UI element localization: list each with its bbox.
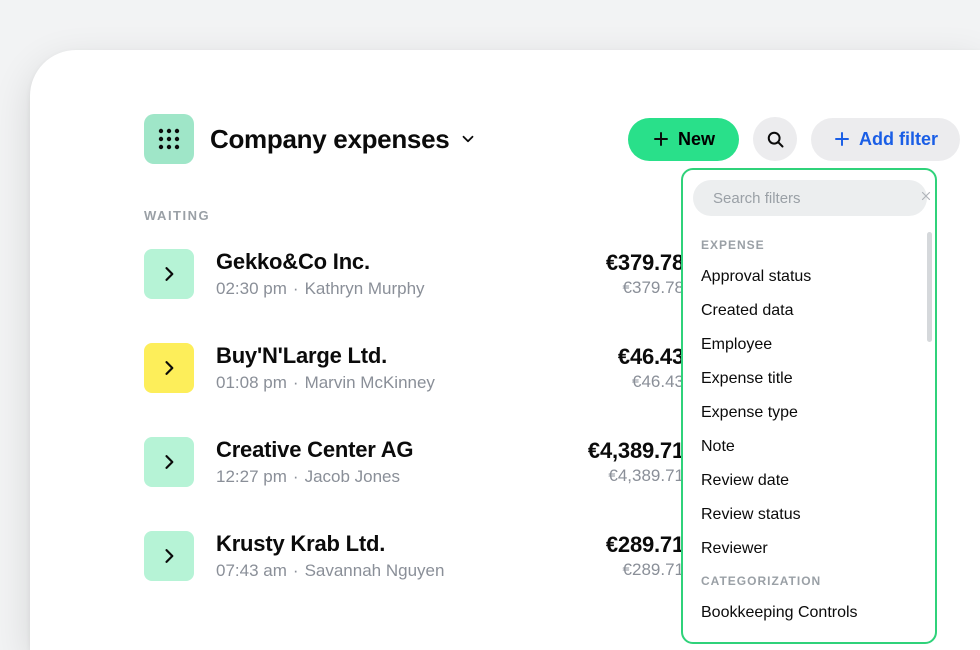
row-person: Jacob Jones (305, 467, 400, 486)
row-main: Buy'N'Large Ltd. 01:08 pm·Marvin McKinne… (216, 343, 596, 393)
row-amount-secondary: €46.43 (618, 372, 684, 392)
app-launcher-chip[interactable] (144, 114, 194, 164)
row-amount-primary: €289.71 (606, 532, 684, 558)
close-icon (920, 190, 932, 202)
row-time: 12:27 pm (216, 467, 287, 486)
row-title: Gekko&Co Inc. (216, 249, 584, 275)
row-amount-primary: €4,389.71 (588, 438, 684, 464)
filter-option[interactable]: Note (701, 430, 923, 464)
chevron-right-icon (159, 546, 179, 566)
row-title: Buy'N'Large Ltd. (216, 343, 596, 369)
row-amounts: €379.78 €379.78 (606, 250, 684, 298)
row-status-chip (144, 437, 194, 487)
row-status-chip (144, 343, 194, 393)
row-main: Creative Center AG 12:27 pm·Jacob Jones (216, 437, 566, 487)
row-person: Kathryn Murphy (305, 279, 425, 298)
row-time: 02:30 pm (216, 279, 287, 298)
row-amount-primary: €379.78 (606, 250, 684, 276)
grid-dots-icon (156, 126, 182, 152)
chevron-down-icon (459, 130, 477, 148)
row-main: Krusty Krab Ltd. 07:43 am·Savannah Nguye… (216, 531, 584, 581)
new-button-label: New (678, 129, 715, 150)
chevron-right-icon (159, 452, 179, 472)
row-amounts: €289.71 €289.71 (606, 532, 684, 580)
filter-option[interactable]: Created data (701, 294, 923, 328)
row-title: Creative Center AG (216, 437, 566, 463)
row-amount-primary: €46.43 (618, 344, 684, 370)
filter-search[interactable] (693, 180, 927, 216)
filter-group: CATEGORIZATION Bookkeeping Controls (701, 574, 923, 630)
row-title: Krusty Krab Ltd. (216, 531, 584, 557)
filter-search-input[interactable] (713, 190, 912, 207)
filter-group-label: CATEGORIZATION (701, 574, 923, 588)
filter-option[interactable]: Employee (701, 328, 923, 362)
plus-icon (833, 130, 851, 148)
search-button[interactable] (753, 117, 797, 161)
row-amount-secondary: €4,389.71 (588, 466, 684, 486)
add-filter-button[interactable]: Add filter (811, 118, 960, 161)
expense-row[interactable]: Buy'N'Large Ltd. 01:08 pm·Marvin McKinne… (144, 343, 684, 393)
filter-option[interactable]: Review status (701, 498, 923, 532)
expense-row[interactable]: Krusty Krab Ltd. 07:43 am·Savannah Nguye… (144, 531, 684, 581)
row-subtitle: 12:27 pm·Jacob Jones (216, 467, 566, 487)
header: Company expenses New Add filter (144, 114, 980, 164)
filter-group-label: EXPENSE (701, 238, 923, 252)
filter-option[interactable]: Review date (701, 464, 923, 498)
search-icon (765, 129, 785, 149)
filter-group: EXPENSE Approval status Created data Emp… (701, 238, 923, 566)
row-main: Gekko&Co Inc. 02:30 pm·Kathryn Murphy (216, 249, 584, 299)
row-amounts: €4,389.71 €4,389.71 (588, 438, 684, 486)
plus-icon (652, 130, 670, 148)
filter-option[interactable]: Approval status (701, 260, 923, 294)
expense-list: Gekko&Co Inc. 02:30 pm·Kathryn Murphy €3… (144, 249, 684, 581)
chevron-right-icon (159, 358, 179, 378)
row-subtitle: 01:08 pm·Marvin McKinney (216, 373, 596, 393)
new-button[interactable]: New (628, 118, 739, 161)
row-person: Savannah Nguyen (305, 561, 445, 580)
filter-popover: EXPENSE Approval status Created data Emp… (681, 168, 937, 644)
add-filter-label: Add filter (859, 129, 938, 150)
row-subtitle: 07:43 am·Savannah Nguyen (216, 561, 584, 581)
row-status-chip (144, 249, 194, 299)
page-title: Company expenses (210, 124, 449, 155)
expense-row[interactable]: Gekko&Co Inc. 02:30 pm·Kathryn Murphy €3… (144, 249, 684, 299)
content-area: Company expenses New Add filter WAITING (144, 114, 980, 650)
filter-option[interactable]: Reviewer (701, 532, 923, 566)
filter-option[interactable]: Expense title (701, 362, 923, 396)
filter-popover-body: EXPENSE Approval status Created data Emp… (691, 224, 929, 642)
row-amount-secondary: €379.78 (606, 278, 684, 298)
app-window: Company expenses New Add filter WAITING (30, 50, 980, 650)
page-title-dropdown[interactable]: Company expenses (210, 124, 477, 155)
row-amount-secondary: €289.71 (606, 560, 684, 580)
row-subtitle: 02:30 pm·Kathryn Murphy (216, 279, 584, 299)
row-amounts: €46.43 €46.43 (618, 344, 684, 392)
row-status-chip (144, 531, 194, 581)
expense-row[interactable]: Creative Center AG 12:27 pm·Jacob Jones … (144, 437, 684, 487)
row-person: Marvin McKinney (305, 373, 435, 392)
filter-option[interactable]: Expense type (701, 396, 923, 430)
popover-scrollbar[interactable] (927, 232, 932, 342)
chevron-right-icon (159, 264, 179, 284)
row-time: 01:08 pm (216, 373, 287, 392)
row-time: 07:43 am (216, 561, 287, 580)
filter-option[interactable]: Bookkeeping Controls (701, 596, 923, 630)
header-actions: New Add filter (628, 117, 960, 161)
clear-search-button[interactable] (920, 189, 932, 207)
